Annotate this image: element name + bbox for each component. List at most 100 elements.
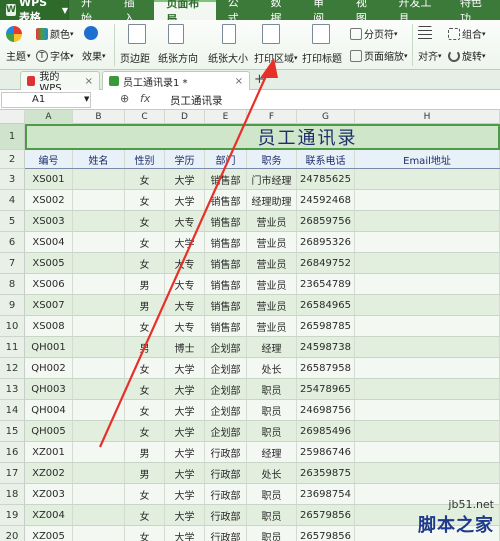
cell-h[interactable] — [355, 295, 500, 315]
close-icon[interactable]: × — [85, 76, 93, 87]
cell-g[interactable]: 25986746 — [297, 442, 355, 462]
cell-d[interactable]: 大专 — [165, 295, 205, 315]
cell-b[interactable]: 姓名 — [73, 150, 125, 168]
page-break-button[interactable]: 分页符 ▾ — [350, 26, 398, 41]
cell-h[interactable] — [355, 337, 500, 357]
cell-h[interactable]: Email地址 — [355, 150, 500, 168]
paper-size-icon[interactable] — [222, 24, 236, 44]
column-header-d[interactable]: D — [165, 110, 205, 124]
tab-insert[interactable]: 插入 — [112, 0, 155, 25]
cell-b[interactable] — [73, 232, 125, 252]
cell-f[interactable]: 经理助理 — [247, 190, 297, 210]
cell-g[interactable]: 24598738 — [297, 337, 355, 357]
row-header[interactable]: 11 — [0, 337, 25, 358]
column-header-b[interactable]: B — [73, 110, 125, 124]
cell-f[interactable]: 营业员 — [247, 253, 297, 273]
cell-f[interactable]: 营业员 — [247, 274, 297, 294]
column-header-g[interactable]: G — [297, 110, 355, 124]
cell-h[interactable] — [355, 211, 500, 231]
new-tab-button[interactable]: + — [254, 72, 265, 87]
tab-developer[interactable]: 开发工具 — [387, 0, 448, 25]
fx-icon[interactable]: fx — [140, 92, 150, 105]
cell-g[interactable]: 23654789 — [297, 274, 355, 294]
cell-a[interactable]: QH002 — [25, 358, 73, 378]
margin-button[interactable]: 页边距 — [120, 50, 150, 65]
row-header[interactable]: 17 — [0, 463, 25, 484]
cell-g[interactable]: 联系电话 — [297, 150, 355, 168]
name-box[interactable]: A1 — [1, 92, 91, 108]
cell-f[interactable]: 营业员 — [247, 316, 297, 336]
row-header[interactable]: 10 — [0, 316, 25, 337]
cell-e[interactable]: 行政部 — [205, 442, 247, 462]
cell-c[interactable]: 男 — [125, 295, 165, 315]
cell-c[interactable]: 男 — [125, 274, 165, 294]
font-button[interactable]: T 字体 ▾ — [36, 48, 74, 63]
cell-c[interactable]: 女 — [125, 316, 165, 336]
column-header-e[interactable]: E — [205, 110, 247, 124]
cell-c[interactable]: 性别 — [125, 150, 165, 168]
row-header[interactable]: 7 — [0, 253, 25, 274]
cell-h[interactable] — [355, 274, 500, 294]
tab-employee-directory[interactable]: 员工通讯录1 * × — [102, 71, 250, 90]
cell-a[interactable]: XS005 — [25, 253, 73, 273]
cell-a[interactable]: XS007 — [25, 295, 73, 315]
row-header[interactable]: 18 — [0, 484, 25, 505]
cell-d[interactable]: 大学 — [165, 358, 205, 378]
cell-b[interactable] — [73, 421, 125, 441]
cell-d[interactable]: 大学 — [165, 421, 205, 441]
cell-f[interactable]: 职员 — [247, 379, 297, 399]
color-button[interactable]: 颜色 ▾ — [36, 26, 74, 41]
cell-e[interactable]: 行政部 — [205, 526, 247, 541]
cell-d[interactable]: 大专 — [165, 211, 205, 231]
cell-a[interactable]: 编号 — [25, 150, 73, 168]
cell-c[interactable]: 女 — [125, 400, 165, 420]
print-area-icon[interactable] — [262, 24, 280, 44]
cell-g[interactable]: 23698754 — [297, 484, 355, 504]
cell-c[interactable]: 男 — [125, 463, 165, 483]
cell-e[interactable]: 企划部 — [205, 379, 247, 399]
cell-f[interactable]: 营业员 — [247, 232, 297, 252]
cell-e[interactable]: 销售部 — [205, 211, 247, 231]
cell-a[interactable]: XS002 — [25, 190, 73, 210]
close-icon[interactable]: × — [235, 76, 243, 87]
cell-g[interactable]: 26849752 — [297, 253, 355, 273]
cell-c[interactable]: 女 — [125, 484, 165, 504]
margin-icon[interactable] — [128, 24, 146, 44]
row-header[interactable]: 6 — [0, 232, 25, 253]
print-titles-button[interactable]: 打印标题 — [302, 50, 342, 65]
cell-a[interactable]: XZ002 — [25, 463, 73, 483]
align-icon[interactable] — [418, 26, 434, 40]
cell-e[interactable]: 企划部 — [205, 358, 247, 378]
cell-c[interactable]: 女 — [125, 169, 165, 189]
tab-formula[interactable]: 公式 — [216, 0, 259, 25]
cell-a[interactable]: XS006 — [25, 274, 73, 294]
cell-g[interactable]: 26859756 — [297, 211, 355, 231]
cell-c[interactable]: 女 — [125, 526, 165, 541]
column-header-c[interactable]: C — [125, 110, 165, 124]
cell-b[interactable] — [73, 505, 125, 525]
cell-e[interactable]: 销售部 — [205, 190, 247, 210]
cell-h[interactable] — [355, 316, 500, 336]
tab-review[interactable]: 审阅 — [301, 0, 344, 25]
cell-h[interactable] — [355, 421, 500, 441]
cell-g[interactable]: 26584965 — [297, 295, 355, 315]
theme-icon[interactable] — [6, 26, 24, 42]
cell-e[interactable]: 销售部 — [205, 232, 247, 252]
cell-d[interactable]: 博士 — [165, 337, 205, 357]
column-header-a[interactable]: A — [25, 110, 73, 124]
row-header[interactable]: 14 — [0, 400, 25, 421]
cell-e[interactable]: 销售部 — [205, 253, 247, 273]
cell-b[interactable] — [73, 295, 125, 315]
group-button[interactable]: 组合 ▾ — [448, 26, 486, 41]
cell-f[interactable]: 处长 — [247, 358, 297, 378]
cell-d[interactable]: 大学 — [165, 442, 205, 462]
cell-a[interactable]: QH001 — [25, 337, 73, 357]
cell-h[interactable] — [355, 169, 500, 189]
cell-a[interactable]: XS001 — [25, 169, 73, 189]
page-zoom-button[interactable]: 页面缩放 ▾ — [350, 48, 408, 63]
cell-b[interactable] — [73, 526, 125, 541]
cell-g[interactable]: 24785625 — [297, 169, 355, 189]
cell-g[interactable]: 26598785 — [297, 316, 355, 336]
cell-f[interactable]: 职员 — [247, 484, 297, 504]
theme-button[interactable]: 主题 ▾ — [6, 48, 31, 64]
